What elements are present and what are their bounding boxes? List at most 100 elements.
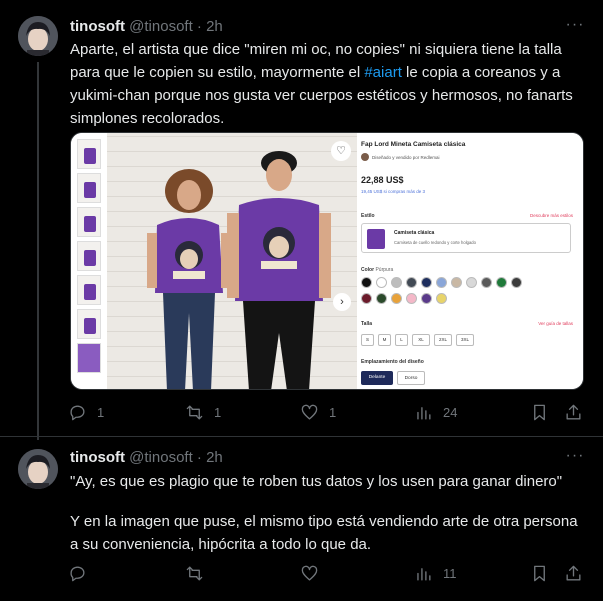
size-option: 2XL xyxy=(434,334,452,346)
thumbnail xyxy=(77,139,101,169)
color-swatch xyxy=(421,277,432,288)
tweet-header: tinosoft @tinosoft · 2h xyxy=(70,448,223,468)
product-panel: Fap Lord Mineta Camiseta clásica Diseñad… xyxy=(361,133,583,389)
more-options-icon[interactable]: ··· xyxy=(565,17,585,38)
placement-label: Emplazamiento del diseño xyxy=(361,359,424,365)
color-swatch xyxy=(511,277,522,288)
tweet-actions: 1 1 1 24 xyxy=(68,400,588,424)
tweet-text: Aparte, el artista que dice "miren mi oc… xyxy=(70,38,590,130)
tweet-actions: 11 xyxy=(68,561,588,585)
share-icon xyxy=(566,565,581,581)
view-count: 24 xyxy=(443,404,458,420)
heart-icon: ♡ xyxy=(331,141,351,161)
author-handle[interactable]: @tinosoft xyxy=(129,449,193,466)
tweet-2[interactable]: tinosoft @tinosoft · 2h ··· "Ay, es que … xyxy=(0,436,603,601)
like-count: 1 xyxy=(329,404,337,420)
bookmark-icon xyxy=(534,565,545,581)
color-value: Púrpura xyxy=(375,267,394,273)
product-seller: Diseñado y vendido por Redlemai xyxy=(361,153,440,161)
style-option: Camiseta clásica Camiseta de cuello redo… xyxy=(361,223,571,253)
reply-icon xyxy=(70,405,85,420)
tweet-text-line-2: Y en la imagen que puse, el mismo tipo e… xyxy=(70,513,578,553)
color-swatch xyxy=(406,293,417,304)
timestamp[interactable]: 2h xyxy=(206,18,223,35)
separator-dot: · xyxy=(196,18,202,35)
product-title: Fap Lord Mineta Camiseta clásica xyxy=(361,141,466,148)
repost-button[interactable]: 1 xyxy=(185,400,221,424)
thumbnail xyxy=(77,309,101,339)
color-label: Color Púrpura xyxy=(361,267,393,273)
repost-icon xyxy=(186,565,203,581)
thumbnail xyxy=(77,343,101,373)
more-options-icon[interactable]: ··· xyxy=(565,448,585,469)
heart-icon xyxy=(301,565,318,581)
thumbnail xyxy=(77,173,101,203)
color-swatch xyxy=(496,277,507,288)
size-option: S xyxy=(361,334,374,346)
style-desc: Camiseta de cuello redondo y corte holga… xyxy=(394,240,476,245)
tweet-header: tinosoft @tinosoft · 2h xyxy=(70,17,223,37)
shirt-icon xyxy=(367,229,385,249)
reply-button[interactable]: 1 xyxy=(68,400,104,424)
color-swatch xyxy=(376,277,387,288)
color-swatch xyxy=(436,277,447,288)
product-price: 22,88 US$ xyxy=(361,175,404,185)
avatar[interactable] xyxy=(18,16,58,56)
views-button[interactable]: 11 xyxy=(414,561,457,585)
author-handle[interactable]: @tinosoft xyxy=(129,18,193,35)
color-swatch xyxy=(376,293,387,304)
separator-dot: · xyxy=(196,449,202,466)
reply-button[interactable] xyxy=(68,561,97,585)
share-icon xyxy=(566,404,581,420)
size-guide-link: Ver guía de tallas xyxy=(538,321,573,326)
bookmark-button[interactable] xyxy=(530,561,549,585)
thumbnail xyxy=(77,207,101,237)
author-name[interactable]: tinosoft xyxy=(70,449,125,466)
size-option: XL xyxy=(412,334,430,346)
views-icon xyxy=(417,567,431,581)
tweet-text-line-1: "Ay, es que es plagio que te roben tus d… xyxy=(70,473,563,490)
views-button[interactable]: 24 xyxy=(414,400,457,424)
color-swatch xyxy=(481,277,492,288)
product-subprice: 19,45 US$ si compras más de 3 xyxy=(361,189,426,194)
style-link: Descubre más estilos xyxy=(529,213,573,218)
like-button[interactable]: 1 xyxy=(300,400,336,424)
bookmark-button[interactable] xyxy=(530,400,549,424)
color-swatch xyxy=(361,277,372,288)
repost-icon xyxy=(186,404,203,420)
repost-button[interactable] xyxy=(185,561,214,585)
reply-count: 1 xyxy=(97,404,105,420)
color-swatch xyxy=(391,277,402,288)
thread-line xyxy=(37,62,39,440)
thumbnail xyxy=(77,275,101,305)
like-button[interactable] xyxy=(300,561,329,585)
thumbnail-strip xyxy=(71,133,107,389)
style-label: Estilo xyxy=(361,213,375,219)
thumbnail xyxy=(77,241,101,271)
color-label-text: Color xyxy=(361,267,375,273)
color-swatch xyxy=(421,293,432,304)
color-swatch xyxy=(466,277,477,288)
size-option: L xyxy=(395,334,408,346)
tweet-1[interactable]: tinosoft @tinosoft · 2h ··· Aparte, el a… xyxy=(0,0,603,440)
bookmark-icon xyxy=(534,404,545,420)
timestamp[interactable]: 2h xyxy=(206,449,223,466)
size-option: 3XL xyxy=(456,334,474,346)
color-swatch xyxy=(436,293,447,304)
share-button[interactable] xyxy=(564,400,583,424)
size-option: M xyxy=(378,334,391,346)
size-label: Talla xyxy=(361,321,373,327)
seller-text: Diseñado y vendido por Redlemai xyxy=(372,154,440,160)
tweet-media-image[interactable]: ♡ › Fap Lord Mineta Camiseta clásica Dis… xyxy=(70,132,584,390)
product-photo: ♡ › xyxy=(107,133,357,389)
seller-avatar xyxy=(361,153,369,161)
author-name[interactable]: tinosoft xyxy=(70,18,125,35)
color-swatch xyxy=(451,277,462,288)
views-icon xyxy=(417,406,431,420)
chevron-right-icon: › xyxy=(333,293,351,311)
hashtag-link[interactable]: #aiart xyxy=(364,64,402,81)
share-button[interactable] xyxy=(564,561,583,585)
style-name: Camiseta clásica xyxy=(394,230,435,236)
avatar[interactable] xyxy=(18,449,58,489)
color-swatch xyxy=(361,293,372,304)
